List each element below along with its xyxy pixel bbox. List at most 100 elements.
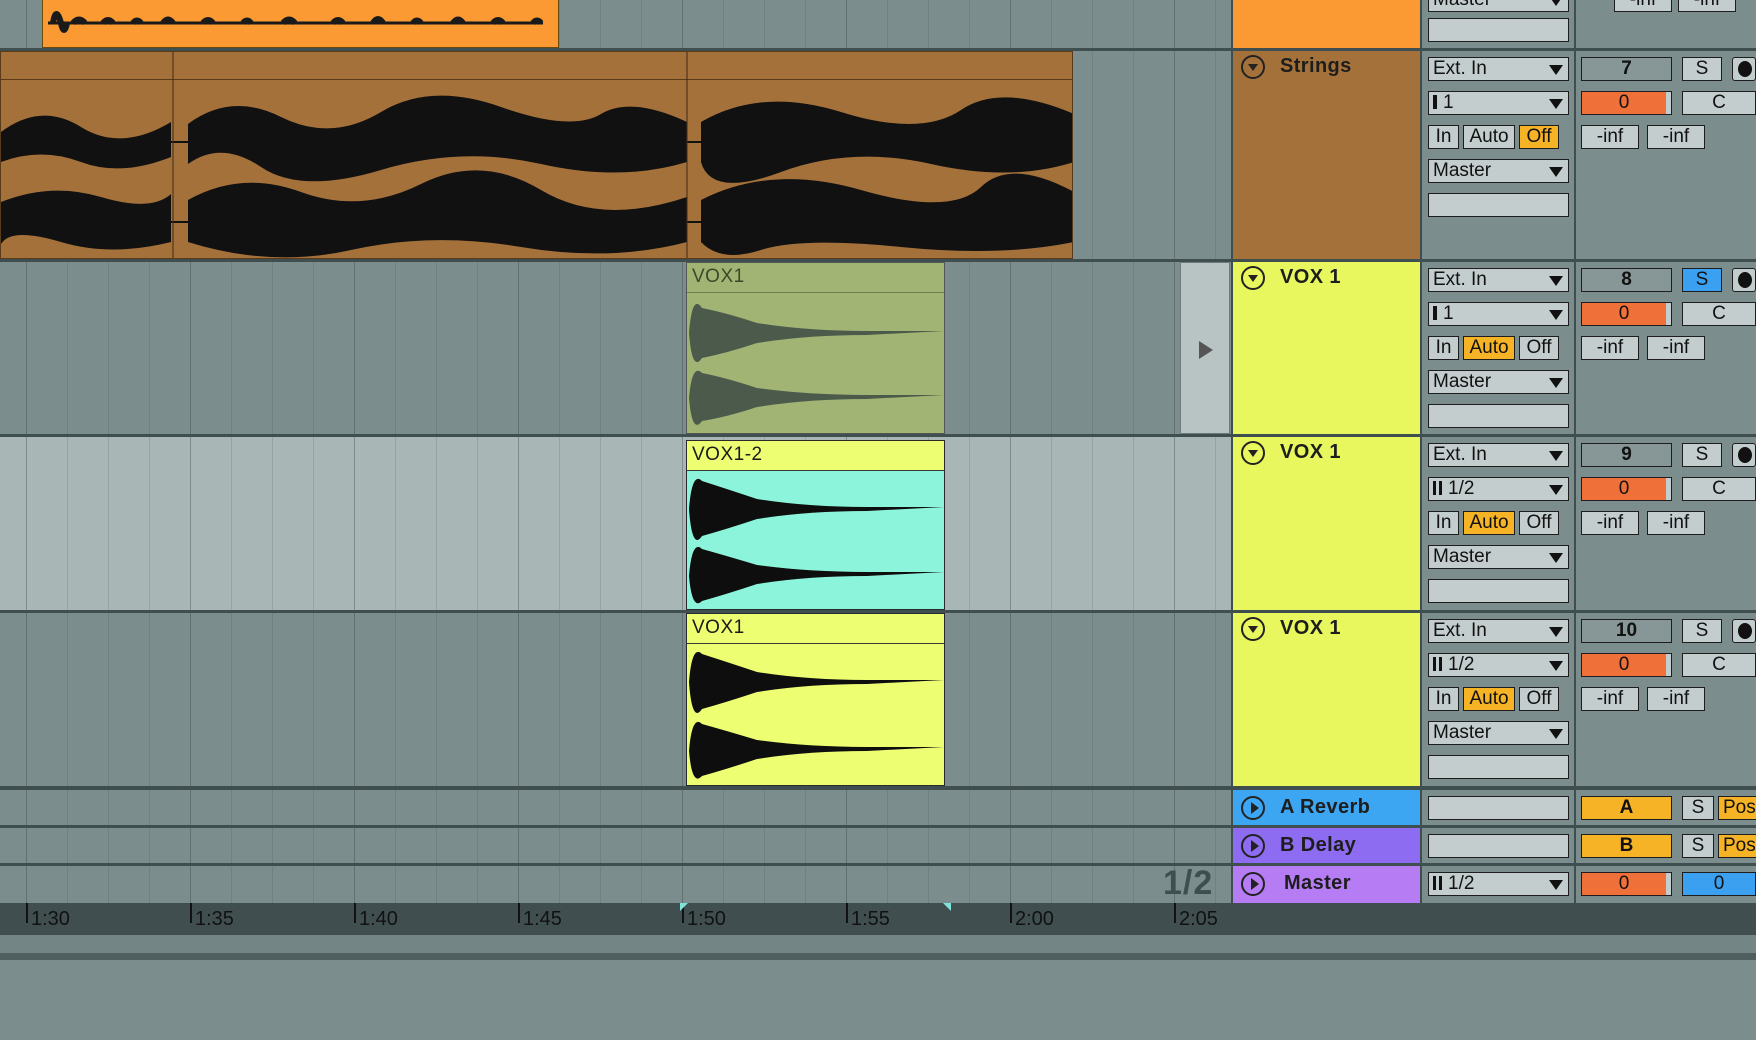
strings-track-header[interactable]: Strings [1233, 51, 1420, 259]
track-number[interactable]: 8 [1581, 268, 1672, 292]
track-number[interactable]: 9 [1581, 443, 1672, 467]
send-letter[interactable]: B [1581, 834, 1672, 858]
volume-field[interactable]: 0 [1581, 653, 1672, 677]
vox1-clip-a[interactable]: VOX1 [686, 262, 945, 434]
partial-empty-slot[interactable] [1428, 18, 1569, 42]
solo-button[interactable]: S [1682, 619, 1722, 643]
input-channel-dropdown[interactable]: 1 [1428, 91, 1569, 115]
post-button[interactable]: Pos [1718, 796, 1756, 820]
expand-play-icon[interactable] [1241, 834, 1265, 858]
solo-button[interactable]: S [1682, 268, 1722, 292]
monitor-auto-button[interactable]: Auto [1463, 511, 1515, 535]
track-number[interactable]: 10 [1581, 619, 1672, 643]
vox1-2-clip[interactable]: VOX1-2 [686, 440, 945, 610]
grid-line [1174, 0, 1175, 48]
master-volume-field[interactable]: 0 [1581, 872, 1672, 896]
solo-button[interactable]: S [1682, 443, 1722, 467]
vox1-lane-a: VOX1 [0, 262, 1232, 434]
record-arm-icon[interactable] [1732, 443, 1756, 467]
solo-button[interactable]: S [1682, 796, 1714, 820]
record-arm-icon[interactable] [1732, 57, 1756, 81]
monitor-in-button[interactable]: In [1428, 511, 1459, 535]
grid-line [559, 437, 560, 610]
vox1-track-header-b[interactable]: VOX 1 [1233, 437, 1420, 610]
master-channel-dropdown[interactable]: 1/2 [1428, 872, 1569, 896]
fold-toggle-icon[interactable] [1241, 617, 1265, 641]
monitor-in-button[interactable]: In [1428, 336, 1459, 360]
master-header[interactable]: Master [1233, 866, 1420, 903]
return-a-header[interactable]: A Reverb [1233, 790, 1420, 825]
grid-line [313, 613, 314, 786]
post-button[interactable]: Pos [1718, 834, 1756, 858]
monitor-auto-button[interactable]: Auto [1463, 687, 1515, 711]
time-ruler[interactable]: 1:30 1:35 1:40 1:45 1:50 1:55 2:00 2:05 [0, 903, 1756, 935]
input-type-dropdown[interactable]: Ext. In [1428, 268, 1569, 292]
ruler-tick [1174, 903, 1176, 923]
pan-label: C [1712, 92, 1726, 113]
monitor-off-button[interactable]: Off [1519, 511, 1559, 535]
monitor-off-button[interactable]: Off [1519, 336, 1559, 360]
input-channel-dropdown[interactable]: 1 [1428, 302, 1569, 326]
pan-field[interactable]: C [1682, 302, 1756, 326]
pan-field[interactable]: C [1682, 653, 1756, 677]
track-number[interactable]: 7 [1581, 57, 1672, 81]
monitor-in-button[interactable]: In [1428, 687, 1459, 711]
volume-field[interactable]: 0 [1581, 91, 1672, 115]
solo-button[interactable]: S [1682, 834, 1714, 858]
monitor-auto-button[interactable]: Auto [1463, 336, 1515, 360]
monitor-off-button[interactable]: Off [1519, 687, 1559, 711]
expand-play-icon[interactable] [1241, 872, 1265, 896]
output-dropdown[interactable]: Master [1428, 370, 1569, 394]
input-channel-dropdown[interactable]: 1/2 [1428, 653, 1569, 677]
grid-line [190, 262, 191, 434]
return-b-slot[interactable] [1428, 834, 1569, 858]
expand-play-icon[interactable] [1241, 796, 1265, 820]
orange-audio-clip[interactable] [42, 0, 559, 48]
pan-field[interactable]: C [1682, 477, 1756, 501]
input-type-label: Ext. In [1433, 620, 1487, 641]
pan-field[interactable]: C [1682, 91, 1756, 115]
input-channel-dropdown[interactable]: 1/2 [1428, 477, 1569, 501]
strings-audio-clip[interactable] [0, 51, 1073, 259]
vox1-clip-b[interactable]: VOX1 [686, 613, 945, 786]
record-arm-icon[interactable] [1732, 619, 1756, 643]
input-type-dropdown[interactable]: Ext. In [1428, 443, 1569, 467]
record-arm-icon[interactable] [1732, 268, 1756, 292]
clip-scroll-handle[interactable] [1180, 262, 1230, 434]
grid-line [846, 0, 847, 48]
empty-drop-area[interactable] [0, 960, 1756, 1040]
volume-field[interactable]: 0 [1581, 302, 1672, 326]
grid-line [436, 437, 437, 610]
monitor-off-button[interactable]: Off [1519, 125, 1559, 149]
output-channel-slot[interactable] [1428, 193, 1569, 217]
vox1-track-header-a[interactable]: VOX 1 [1233, 262, 1420, 434]
loop-end-marker-icon[interactable] [943, 903, 951, 911]
monitor-in-button[interactable]: In [1428, 125, 1459, 149]
output-channel-slot[interactable] [1428, 404, 1569, 428]
output-channel-slot[interactable] [1428, 579, 1569, 603]
input-type-dropdown[interactable]: Ext. In [1428, 619, 1569, 643]
output-dropdown[interactable]: Master [1428, 721, 1569, 745]
send-letter[interactable]: A [1581, 796, 1672, 820]
track-name: VOX 1 [1280, 441, 1341, 463]
output-dropdown[interactable]: Master [1428, 159, 1569, 183]
fold-toggle-icon[interactable] [1241, 55, 1265, 79]
fold-toggle-icon[interactable] [1241, 266, 1265, 290]
monitor-off-label: Off [1526, 126, 1552, 147]
monitor-auto-button[interactable]: Auto [1463, 125, 1515, 149]
input-type-dropdown[interactable]: Ext. In [1428, 57, 1569, 81]
solo-button[interactable]: S [1682, 57, 1722, 81]
track-name: VOX 1 [1280, 617, 1341, 639]
loop-start-marker-icon[interactable] [680, 903, 688, 911]
partial-output-dropdown[interactable]: Master [1428, 0, 1569, 12]
output-dropdown[interactable]: Master [1428, 545, 1569, 569]
return-b-header[interactable]: B Delay [1233, 828, 1420, 863]
grid-line [354, 866, 355, 903]
return-a-slot[interactable] [1428, 796, 1569, 820]
output-channel-slot[interactable] [1428, 755, 1569, 779]
fold-toggle-icon[interactable] [1241, 441, 1265, 465]
volume-field[interactable]: 0 [1581, 477, 1672, 501]
grid-line [1174, 613, 1175, 786]
vox1-track-header-c[interactable]: VOX 1 [1233, 613, 1420, 786]
master-pan-field[interactable]: 0 [1682, 872, 1756, 896]
